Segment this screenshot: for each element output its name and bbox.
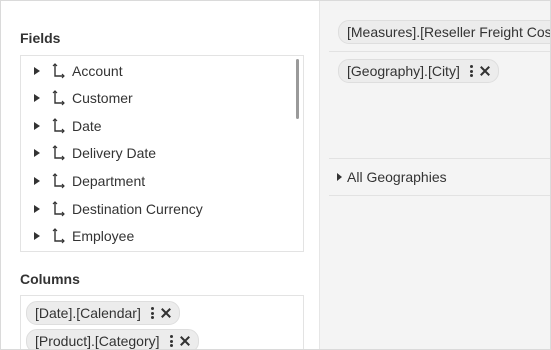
caret-right-icon[interactable]	[34, 176, 40, 185]
hierarchy-icon	[52, 200, 65, 216]
caret-right-icon[interactable]	[34, 231, 40, 240]
row-header-all-geographies[interactable]: All Geographies	[329, 159, 550, 195]
column-chip-date-calendar[interactable]: [Date].[Calendar]	[26, 301, 180, 325]
field-item-destination-currency[interactable]: Destination Currency	[21, 195, 291, 222]
chip-label: [Product].[Category]	[35, 333, 160, 349]
hierarchy-icon	[52, 117, 65, 133]
fields-title: Fields	[20, 30, 61, 46]
columns-drop-area[interactable]: [Date].[Calendar] [Product].[Category]	[20, 295, 304, 349]
caret-right-icon[interactable]	[34, 93, 40, 102]
caret-right-icon[interactable]	[34, 148, 40, 157]
close-icon[interactable]	[161, 308, 171, 318]
hierarchy-icon	[52, 227, 65, 243]
divider	[329, 195, 550, 196]
divider	[329, 51, 550, 52]
measures-chip[interactable]: [Measures].[Reseller Freight Cost]	[338, 20, 551, 44]
field-item-delivery-date[interactable]: Delivery Date	[21, 139, 291, 166]
hierarchy-icon	[52, 89, 65, 105]
fields-list[interactable]: Account Customer Date Delivery Date Depa…	[20, 55, 304, 252]
caret-right-icon[interactable]	[337, 173, 342, 181]
field-item-department[interactable]: Department	[21, 167, 291, 194]
field-item-label: Employee	[72, 227, 135, 244]
hierarchy-icon	[52, 172, 65, 188]
caret-right-icon[interactable]	[34, 121, 40, 130]
close-icon[interactable]	[180, 336, 190, 346]
field-item-label: Account	[72, 62, 123, 79]
pivot-config-window: Fields Account Customer Date Delivery Da…	[0, 0, 551, 350]
pivot-preview-panel: [Measures].[Reseller Freight Cost] [Geog…	[319, 1, 551, 349]
row-header-label: All Geographies	[347, 169, 447, 185]
field-item-customer[interactable]: Customer	[21, 84, 291, 111]
rows-chip-geography-city[interactable]: [Geography].[City]	[338, 59, 499, 83]
field-item-account[interactable]: Account	[21, 57, 291, 84]
chip-label: [Geography].[City]	[347, 63, 460, 79]
field-item-label: Destination Currency	[72, 200, 203, 217]
hierarchy-icon	[52, 62, 65, 78]
columns-title: Columns	[20, 271, 80, 287]
field-item-label: Date	[72, 117, 102, 134]
caret-right-icon[interactable]	[34, 204, 40, 213]
field-item-label: Customer	[72, 89, 133, 106]
chip-label: [Measures].[Reseller Freight Cost]	[347, 24, 551, 40]
field-list-panel: Fields Account Customer Date Delivery Da…	[1, 1, 318, 349]
hierarchy-icon	[52, 144, 65, 160]
field-item-date[interactable]: Date	[21, 112, 291, 139]
chip-label: [Date].[Calendar]	[35, 305, 141, 321]
more-vertical-icon[interactable]	[169, 335, 173, 347]
more-vertical-icon[interactable]	[150, 307, 154, 319]
field-item-label: Department	[72, 172, 146, 189]
column-chip-product-category[interactable]: [Product].[Category]	[26, 329, 199, 349]
fields-scrollbar[interactable]	[296, 59, 299, 119]
more-vertical-icon[interactable]	[469, 65, 473, 77]
close-icon[interactable]	[480, 66, 490, 76]
caret-right-icon[interactable]	[34, 66, 40, 75]
field-item-employee[interactable]: Employee	[21, 222, 291, 249]
field-item-label: Delivery Date	[72, 144, 157, 161]
